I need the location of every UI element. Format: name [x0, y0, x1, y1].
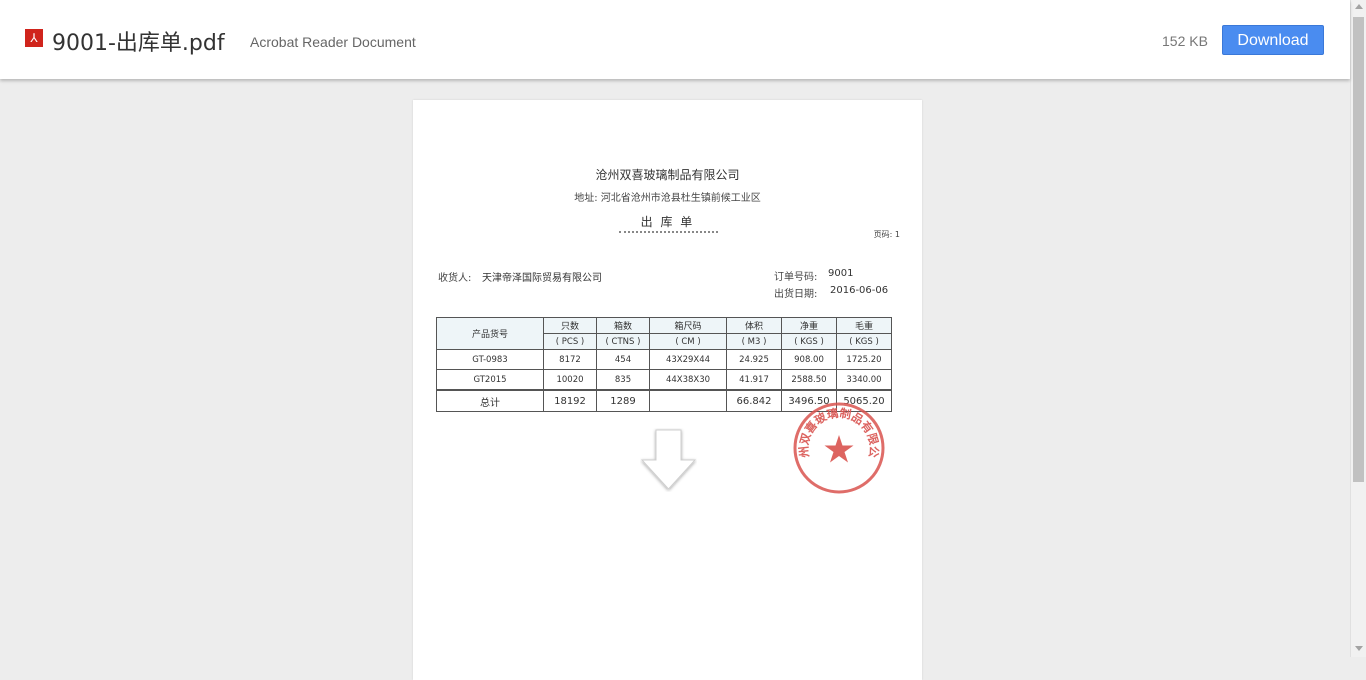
- ship-date-label: 出货日期:: [774, 289, 818, 300]
- total-cell: 1289: [596, 389, 650, 412]
- unit-cell: ( KGS ): [781, 333, 837, 350]
- header-cell-product: 产品货号: [436, 317, 544, 350]
- scroll-down-arrow-icon[interactable]: [1355, 646, 1363, 651]
- scroll-up-arrow-icon[interactable]: [1355, 4, 1363, 9]
- page-number: 页码: 1: [873, 230, 900, 239]
- table-cell: 24.925: [726, 349, 782, 370]
- file-size-label: 152 KB: [1162, 33, 1208, 49]
- table-cell: 2588.50: [781, 369, 837, 391]
- table-cell: 8172: [543, 349, 597, 370]
- table-cell: GT2015: [436, 369, 544, 391]
- total-cell: 18192: [543, 389, 597, 412]
- table-row: GT-0983 8172 454 43X29X44 24.925 908.00 …: [436, 349, 892, 370]
- pdf-file-icon: ⅄: [25, 29, 43, 47]
- table-cell: 908.00: [781, 349, 837, 370]
- file-name: 9001-出库单.pdf: [52, 31, 225, 56]
- document-title: 出 库 单: [640, 215, 695, 229]
- shipment-table: 产品货号 只数 箱数 箱尺码 体积 净重 毛重 ( PCS ) ( CTNS )…: [436, 317, 892, 412]
- total-cell: 66.842: [726, 389, 782, 412]
- download-arrow-icon: [640, 429, 697, 490]
- ship-date-value: 2016-06-06: [830, 285, 889, 296]
- vertical-scrollbar[interactable]: [1350, 0, 1366, 657]
- total-cell: 总计: [436, 389, 544, 412]
- header-cell: 箱数: [596, 317, 650, 334]
- header-cell: 箱尺码: [649, 317, 727, 334]
- table-header-row: 产品货号 只数 箱数 箱尺码 体积 净重 毛重: [436, 317, 892, 350]
- receiver-value: 天津帝泽国际贸易有限公司: [482, 273, 602, 284]
- header-cell: 净重: [781, 317, 837, 334]
- table-row: GT2015 10020 835 44X38X30 41.917 2588.50…: [436, 369, 892, 391]
- table-cell: 41.917: [726, 369, 782, 391]
- unit-cell: ( CTNS ): [596, 333, 650, 350]
- order-number-value: 9001: [828, 268, 854, 279]
- document-preview-page: 沧州双喜玻璃制品有限公司 地址: 河北省沧州市沧县杜生镇前候工业区 出 库 单 …: [413, 100, 922, 680]
- receiver-label: 收货人:: [438, 273, 472, 284]
- unit-cell: ( KGS ): [836, 333, 892, 350]
- company-seal-stamp: 沧州双喜玻璃制品有限公司: [792, 401, 885, 494]
- table-cell: 454: [596, 349, 650, 370]
- download-button[interactable]: Download: [1222, 25, 1324, 55]
- company-address: 地址: 河北省沧州市沧县杜生镇前候工业区: [574, 193, 761, 204]
- header-cell: 毛重: [836, 317, 892, 334]
- total-cell: [649, 389, 727, 412]
- table-cell: 43X29X44: [649, 349, 727, 370]
- table-cell: 44X38X30: [649, 369, 727, 391]
- table-cell: 1725.20: [836, 349, 892, 370]
- table-cell: 10020: [543, 369, 597, 391]
- header-cell: 体积: [726, 317, 782, 334]
- unit-cell: ( PCS ): [543, 333, 597, 350]
- table-cell: GT-0983: [436, 349, 544, 370]
- table-cell: 3340.00: [836, 369, 892, 391]
- company-name: 沧州双喜玻璃制品有限公司: [595, 168, 740, 182]
- file-type-label: Acrobat Reader Document: [250, 34, 416, 50]
- unit-cell: ( M3 ): [726, 333, 782, 350]
- unit-cell: ( CM ): [649, 333, 727, 350]
- title-underline: [619, 231, 718, 233]
- file-header: ⅄ 9001-出库单.pdf Acrobat Reader Document 1…: [0, 0, 1350, 79]
- order-number-label: 订单号码:: [774, 272, 818, 283]
- table-cell: 835: [596, 369, 650, 391]
- scroll-thumb[interactable]: [1353, 17, 1364, 482]
- header-cell: 只数: [543, 317, 597, 334]
